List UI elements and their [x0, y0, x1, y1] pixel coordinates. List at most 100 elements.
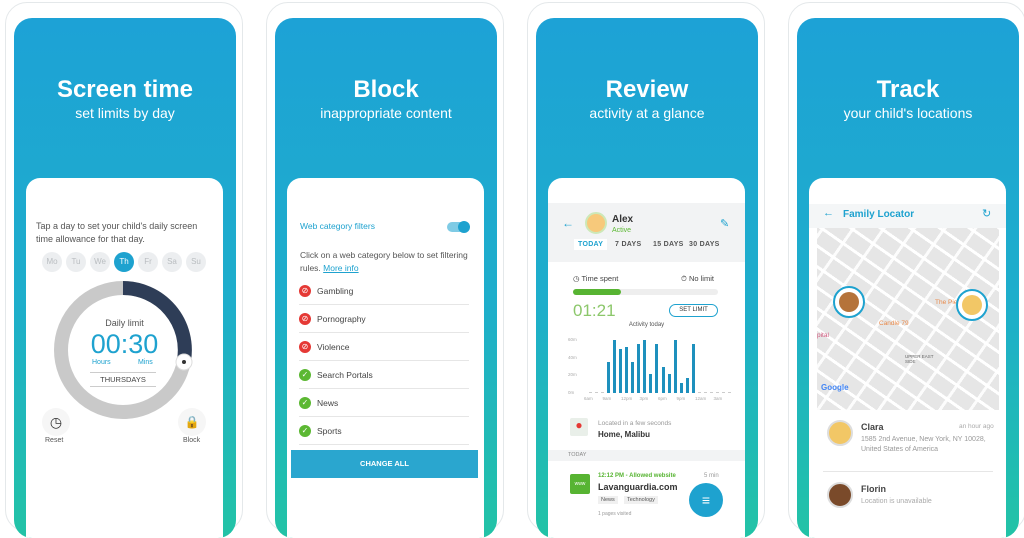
clock-icon: ◷ [573, 274, 582, 283]
chart-bar [721, 392, 725, 393]
map-label-candle: Candle 79 [879, 320, 909, 327]
chart-bar [607, 362, 611, 393]
y-tick-label: 60m [568, 337, 577, 342]
panel-subtitle: your child's locations [843, 105, 973, 121]
pages-visited: 1 pages visited [598, 511, 632, 517]
edit-pencil-icon[interactable]: ✎ [720, 217, 729, 230]
category-label: News [317, 397, 339, 408]
more-info-link[interactable]: More info [323, 263, 358, 273]
child-name: Alex [612, 214, 634, 225]
dial-handle-dot [182, 360, 186, 364]
dial-label: Daily limit [105, 318, 144, 328]
y-tick-label: 40m [568, 354, 577, 360]
tab-today[interactable]: TODAY [574, 239, 608, 250]
limit-time: 00:30 [90, 329, 159, 359]
divider [823, 471, 993, 472]
phone-screen: ← Family Locator ↻ Candle 79 The Pie UPP… [809, 178, 1006, 538]
category-item[interactable]: ✓ News [299, 389, 469, 417]
phone-screen: Tap a day to set your child's daily scre… [26, 178, 223, 538]
refresh-icon[interactable]: ↻ [982, 207, 991, 220]
chart-bar [643, 340, 647, 393]
back-arrow-icon[interactable]: ← [823, 207, 834, 219]
website-icon: www [570, 474, 590, 494]
chart-bar [613, 340, 617, 393]
day-su[interactable]: Su [186, 252, 206, 272]
category-item[interactable]: ⊘ Violence [299, 333, 469, 361]
day-sa[interactable]: Sa [162, 252, 182, 272]
map[interactable]: Candle 79 The Pie UPPER EAST SIDE pital … [817, 228, 999, 410]
map-label-hospital: pital [817, 332, 829, 339]
block-label[interactable]: Block [183, 437, 200, 444]
day-we[interactable]: We [90, 252, 110, 272]
person-time: an hour ago [959, 423, 994, 430]
day-mo[interactable]: Mo [42, 252, 62, 272]
phone-screen: ← Alex Active ✎ TODAY 7 DAYS 15 DAYS 30 … [548, 178, 745, 538]
reset-clock-icon[interactable]: ◷ [42, 408, 70, 436]
location-name: Home, Malibu [598, 430, 651, 439]
day-fr[interactable]: Fr [138, 252, 158, 272]
category-label: Violence [317, 341, 350, 352]
phone-screen: Web category filters Click on a web cate… [287, 178, 484, 538]
person-status: Location is unavailable [861, 498, 932, 505]
map-marker-florin[interactable] [833, 286, 865, 318]
panel-screen-time: Screen time set limits by day Tap a day … [14, 18, 236, 538]
x-tick-label: 6pm [658, 396, 667, 401]
tab-30-days[interactable]: 30 DAYS [689, 241, 720, 248]
activity-duration: 5 min [704, 473, 719, 479]
panel-subtitle: set limits by day [75, 105, 175, 121]
avatar-florin [827, 482, 853, 508]
chart-bar [691, 344, 695, 393]
x-tick-label: 3am [713, 396, 723, 401]
chart-bar [655, 343, 659, 393]
day-th[interactable]: Th [114, 252, 134, 272]
set-limit-button[interactable]: SET LIMIT [669, 304, 718, 317]
category-item[interactable]: ✓ Sports [299, 417, 469, 445]
back-arrow-icon[interactable]: ← [562, 216, 574, 230]
chart-bar [631, 362, 635, 393]
chart-title: Activity today [628, 322, 665, 328]
day-tu[interactable]: Tu [66, 252, 86, 272]
mins-label: Mins [138, 359, 153, 366]
x-tick-label: 6am [584, 396, 593, 401]
panel-review: Review activity at a glance ← Alex Activ… [536, 18, 758, 538]
panel-subtitle: inappropriate content [320, 105, 452, 121]
category-label: Sports [317, 425, 342, 436]
reset-label[interactable]: Reset [45, 437, 63, 444]
activity-time: 12:12 PM - Allowed website [598, 473, 676, 479]
chart-bar [709, 392, 713, 393]
chart-bar [727, 392, 731, 393]
map-marker-clara[interactable] [956, 289, 988, 321]
chart-bar [595, 392, 599, 393]
chart-bar [637, 343, 641, 393]
time-progress-bar [573, 289, 718, 295]
person-name[interactable]: Florin [861, 484, 886, 494]
child-status: Active [612, 227, 632, 234]
map-label-pie: The Pie [935, 299, 958, 306]
chart-bar [697, 392, 701, 393]
lock-icon[interactable]: 🔒 [178, 408, 206, 436]
category-item[interactable]: ⊘ Pornography [299, 305, 469, 333]
activity-site[interactable]: Lavanguardia.com [598, 482, 678, 492]
change-all-button[interactable]: CHANGE ALL [291, 450, 478, 478]
x-tick-label: 12pm [621, 396, 633, 401]
tab-7-days[interactable]: 7 DAYS [615, 241, 641, 248]
blocked-icon: ⊘ [299, 340, 311, 353]
section-today: TODAY [548, 450, 745, 461]
panel-subtitle: activity at a glance [589, 105, 705, 121]
category-item[interactable]: ⊘ Gambling [299, 277, 469, 305]
panel-title: Track [876, 76, 940, 103]
check-icon: ✓ [299, 424, 311, 437]
filter-sliders-fab[interactable]: ≡ [689, 483, 723, 517]
person-name[interactable]: Clara [861, 422, 884, 432]
category-item[interactable]: ✓ Search Portals [299, 361, 469, 389]
chart-bar [619, 348, 623, 393]
chart-bar [661, 367, 665, 393]
tab-15-days[interactable]: 15 DAYS [653, 241, 684, 248]
panel-title: Screen time [56, 76, 194, 103]
profile-header [548, 203, 745, 262]
tag-technology: Technology [624, 496, 658, 504]
chart-bar [685, 377, 689, 393]
category-label: Search Portals [317, 369, 373, 380]
instruction-text: Tap a day to set your child's daily scre… [36, 221, 198, 244]
filter-toggle[interactable] [447, 221, 470, 233]
